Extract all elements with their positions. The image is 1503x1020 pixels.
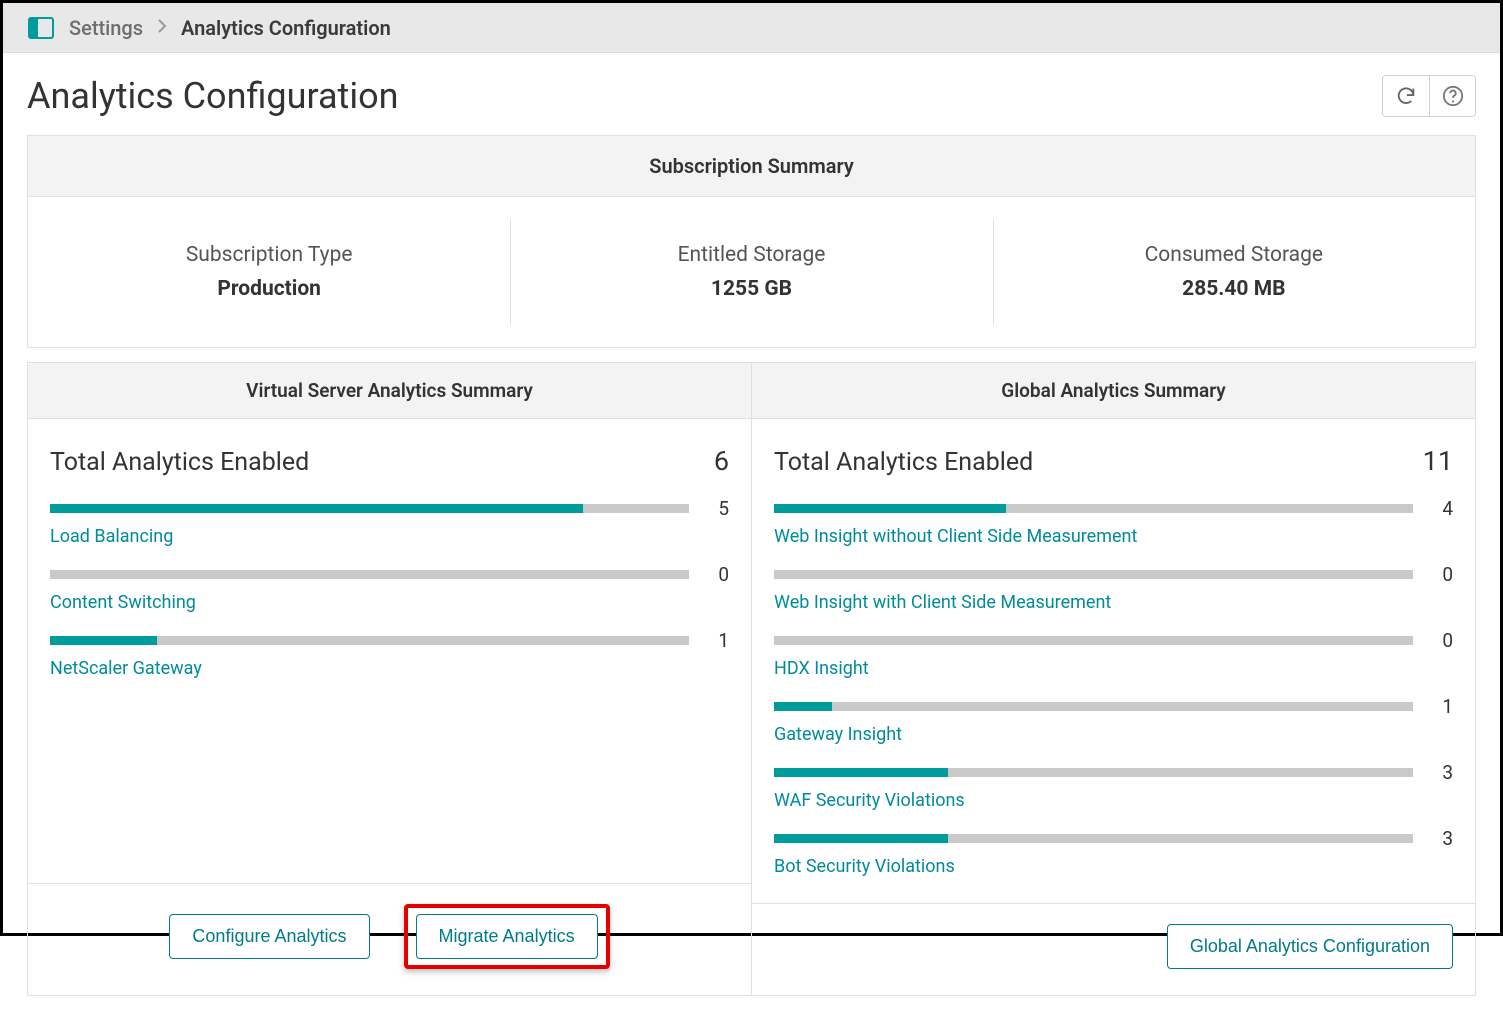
chevron-right-icon bbox=[157, 17, 167, 38]
metric-link[interactable]: HDX Insight bbox=[774, 658, 1453, 679]
virtual-footer: Configure Analytics Migrate Analytics bbox=[28, 883, 751, 995]
progress-fill bbox=[50, 636, 157, 645]
progress-track bbox=[774, 504, 1413, 513]
progress-track bbox=[774, 702, 1413, 711]
subscription-header: Subscription Summary bbox=[28, 136, 1475, 197]
progress-track bbox=[774, 636, 1413, 645]
progress-track bbox=[774, 570, 1413, 579]
progress-track bbox=[50, 504, 689, 513]
title-row: Analytics Configuration bbox=[3, 53, 1500, 135]
metric-row: 3 WAF Security Violations bbox=[774, 761, 1453, 811]
metric-count: 0 bbox=[1425, 629, 1453, 652]
progress-fill bbox=[774, 702, 832, 711]
progress-track bbox=[774, 834, 1413, 843]
metric-count: 0 bbox=[701, 563, 729, 586]
page-title: Analytics Configuration bbox=[27, 75, 399, 117]
content: Subscription Summary Subscription Type Pr… bbox=[3, 135, 1500, 1020]
virtual-total-label: Total Analytics Enabled bbox=[50, 448, 309, 477]
virtual-body: Total Analytics Enabled 6 5 Load Balancin… bbox=[28, 419, 751, 883]
metric-row: 0 HDX Insight bbox=[774, 629, 1453, 679]
metric-count: 3 bbox=[1425, 827, 1453, 850]
metric-row: 3 Bot Security Violations bbox=[774, 827, 1453, 877]
refresh-button[interactable] bbox=[1383, 76, 1429, 116]
metric-bar-row: 3 bbox=[774, 827, 1453, 850]
sidebar-toggle-icon[interactable] bbox=[27, 14, 55, 42]
analytics-panels: Virtual Server Analytics Summary Total A… bbox=[27, 362, 1476, 996]
metric-link[interactable]: WAF Security Violations bbox=[774, 790, 1453, 811]
metric-row: 4 Web Insight without Client Side Measure… bbox=[774, 497, 1453, 547]
summary-cell: Consumed Storage 285.40 MB bbox=[993, 197, 1475, 347]
progress-track bbox=[50, 636, 689, 645]
metric-bar-row: 0 bbox=[774, 629, 1453, 652]
metric-link[interactable]: NetScaler Gateway bbox=[50, 658, 729, 679]
subscription-card: Subscription Summary Subscription Type Pr… bbox=[27, 135, 1476, 348]
metric-bar-row: 5 bbox=[50, 497, 729, 520]
summary-cell: Entitled Storage 1255 GB bbox=[510, 197, 992, 347]
summary-value: Production bbox=[217, 277, 321, 301]
metric-bar-row: 0 bbox=[50, 563, 729, 586]
global-metrics: 4 Web Insight without Client Side Measure… bbox=[774, 497, 1453, 877]
progress-track bbox=[774, 768, 1413, 777]
breadcrumb-root[interactable]: Settings bbox=[69, 16, 143, 40]
metric-row: 1 Gateway Insight bbox=[774, 695, 1453, 745]
virtual-panel: Virtual Server Analytics Summary Total A… bbox=[28, 363, 751, 995]
metric-count: 1 bbox=[701, 629, 729, 652]
summary-label: Subscription Type bbox=[186, 243, 353, 267]
global-config-button[interactable]: Global Analytics Configuration bbox=[1167, 924, 1453, 969]
metric-row: 5 Load Balancing bbox=[50, 497, 729, 547]
virtual-header: Virtual Server Analytics Summary bbox=[28, 363, 751, 419]
subscription-row: Subscription Type Production Entitled Stor… bbox=[28, 197, 1475, 347]
metric-count: 4 bbox=[1425, 497, 1453, 520]
metric-bar-row: 1 bbox=[774, 695, 1453, 718]
virtual-total-row: Total Analytics Enabled 6 bbox=[50, 445, 729, 477]
progress-fill bbox=[774, 504, 1006, 513]
breadcrumb: Settings Analytics Configuration bbox=[3, 3, 1500, 53]
breadcrumb-current: Analytics Configuration bbox=[181, 16, 391, 40]
metric-count: 3 bbox=[1425, 761, 1453, 784]
progress-fill bbox=[774, 834, 948, 843]
metric-row: 0 Web Insight with Client Side Measuremen… bbox=[774, 563, 1453, 613]
metric-bar-row: 3 bbox=[774, 761, 1453, 784]
progress-track bbox=[50, 570, 689, 579]
summary-cell: Subscription Type Production bbox=[28, 197, 510, 347]
metric-link[interactable]: Gateway Insight bbox=[774, 724, 1453, 745]
global-total-value: 11 bbox=[1423, 445, 1453, 477]
global-total-label: Total Analytics Enabled bbox=[774, 448, 1033, 477]
help-button[interactable] bbox=[1429, 76, 1475, 116]
summary-value: 1255 GB bbox=[711, 277, 792, 301]
global-panel: Global Analytics Summary Total Analytics… bbox=[751, 363, 1475, 995]
progress-fill bbox=[50, 504, 583, 513]
metric-row: 0 Content Switching bbox=[50, 563, 729, 613]
migrate-analytics-button[interactable]: Migrate Analytics bbox=[416, 914, 598, 959]
summary-label: Entitled Storage bbox=[678, 243, 826, 267]
metric-link[interactable]: Load Balancing bbox=[50, 526, 729, 547]
metric-count: 5 bbox=[701, 497, 729, 520]
metric-bar-row: 0 bbox=[774, 563, 1453, 586]
progress-fill bbox=[774, 768, 948, 777]
metric-count: 1 bbox=[1425, 695, 1453, 718]
migrate-highlight: Migrate Analytics bbox=[404, 904, 610, 969]
global-total-row: Total Analytics Enabled 11 bbox=[774, 445, 1453, 477]
metric-count: 0 bbox=[1425, 563, 1453, 586]
metric-bar-row: 4 bbox=[774, 497, 1453, 520]
summary-label: Consumed Storage bbox=[1145, 243, 1323, 267]
summary-value: 285.40 MB bbox=[1182, 277, 1285, 301]
virtual-metrics: 5 Load Balancing 0 Content Switching 1 NetSca… bbox=[50, 497, 729, 679]
global-footer: Global Analytics Configuration bbox=[752, 903, 1475, 995]
metric-link[interactable]: Bot Security Violations bbox=[774, 856, 1453, 877]
metric-row: 1 NetScaler Gateway bbox=[50, 629, 729, 679]
configure-analytics-button[interactable]: Configure Analytics bbox=[169, 914, 369, 959]
metric-link[interactable]: Web Insight without Client Side Measurem… bbox=[774, 526, 1453, 547]
virtual-total-value: 6 bbox=[714, 445, 729, 477]
global-body: Total Analytics Enabled 11 4 Web Insight … bbox=[752, 419, 1475, 903]
metric-bar-row: 1 bbox=[50, 629, 729, 652]
title-actions bbox=[1382, 75, 1476, 117]
metric-link[interactable]: Content Switching bbox=[50, 592, 729, 613]
metric-link[interactable]: Web Insight with Client Side Measurement bbox=[774, 592, 1453, 613]
global-header: Global Analytics Summary bbox=[752, 363, 1475, 419]
